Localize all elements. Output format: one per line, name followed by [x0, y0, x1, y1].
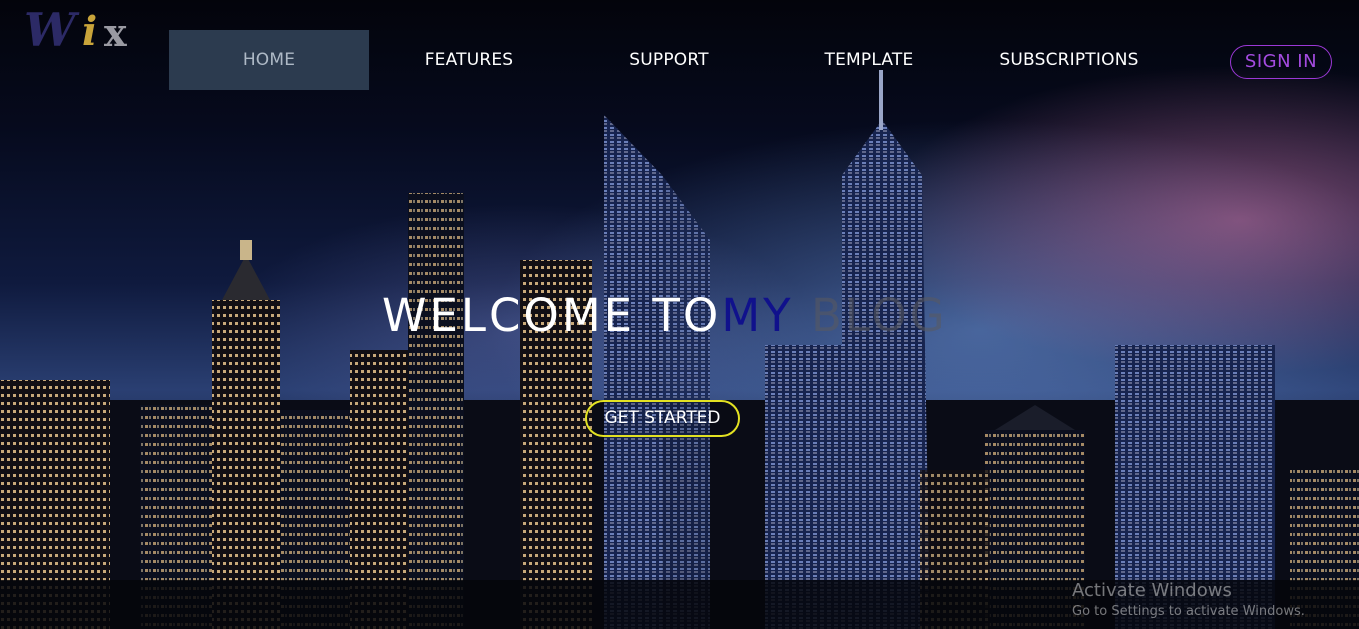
logo-letter-i: i — [82, 8, 98, 55]
nav-item-subscriptions[interactable]: SUBSCRIPTIONS — [969, 30, 1169, 90]
nav-item-features[interactable]: FEATURES — [369, 30, 569, 90]
activate-windows-watermark: Activate Windows Go to Settings to activ… — [1072, 580, 1305, 622]
logo-letter-w: W — [24, 3, 76, 57]
main-navigation: HOME FEATURES SUPPORT TEMPLATE SUBSCRIPT… — [169, 30, 1169, 90]
hero-banner: W i x HOME FEATURES SUPPORT TEMPLATE SUB… — [0, 0, 1359, 629]
headline-welcome-to: WELCOME TO — [382, 289, 722, 342]
headline-my: MY — [721, 289, 794, 342]
headline-blog: BLOG — [793, 289, 948, 342]
logo-letter-x: x — [104, 10, 127, 55]
sign-in-button[interactable]: SIGN IN — [1230, 45, 1332, 79]
watermark-subtitle: Go to Settings to activate Windows. — [1072, 604, 1305, 619]
hero-headline: WELCOME TOMY BLOG — [382, 288, 948, 344]
nav-item-support[interactable]: SUPPORT — [569, 30, 769, 90]
nav-item-template[interactable]: TEMPLATE — [769, 30, 969, 90]
watermark-title: Activate Windows — [1072, 580, 1232, 601]
get-started-button[interactable]: GET STARTED — [585, 400, 740, 437]
nav-item-home[interactable]: HOME — [169, 30, 369, 90]
wix-logo[interactable]: W i x — [24, 4, 144, 56]
